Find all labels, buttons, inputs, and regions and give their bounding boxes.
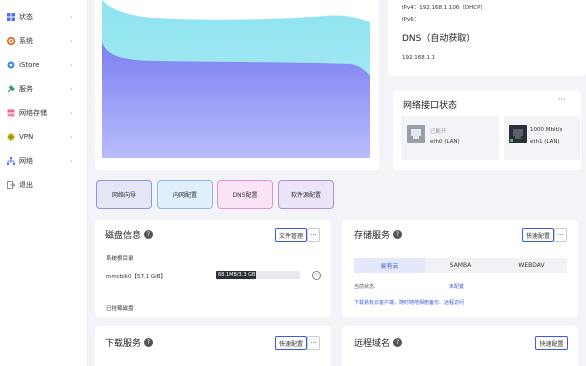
download-client-link[interactable]: 下载易有云客户端，随时随地相册备份、远程访问 [354, 299, 464, 306]
ethernet-port-icon [407, 125, 425, 143]
vpn-icon [7, 133, 15, 141]
download-service-title: 下载服务 [105, 339, 142, 349]
dns-title: DNS（自动获取） [402, 34, 476, 44]
more-button[interactable]: ··· [307, 336, 320, 350]
tab-webdav[interactable]: WEBDAV [496, 258, 567, 273]
network-info-card: IPv4：192.168.1.106（DHCP） IPv6： DNS（自动获取）… [388, 0, 586, 76]
lan-config-button[interactable]: 内网配置 [157, 180, 213, 209]
sidebar-item-vpn[interactable]: VPN › [0, 128, 88, 146]
ethernet-port-icon [509, 125, 527, 143]
gear-icon [7, 37, 15, 45]
disk-info-title: 磁盘信息 [105, 231, 142, 241]
sidebar-item-system[interactable]: 系统 › [0, 32, 88, 50]
interface-status-text: 1000 Mbit/s [530, 127, 563, 133]
status-icon [7, 13, 15, 21]
system-root-label: 系统根目录 [106, 256, 134, 262]
sidebar-item-network[interactable]: 网络 › [0, 152, 88, 170]
dns-value: 192.168.1.1 [402, 55, 436, 61]
chevron-right-icon: › [70, 85, 73, 93]
more-button[interactable]: ··· [307, 228, 320, 242]
disk-device-name: mmcblk0【57.1 GiB】 [106, 274, 167, 280]
network-icon [7, 157, 15, 165]
ipv4-text: IPv4：192.168.1.106（DHCP） [402, 5, 486, 11]
sidebar: 状态 › 系统 › iStore › 服务 › 网络存储 › VPN › 网络 … [0, 0, 88, 366]
sidebar-item-label: 网络存储 [19, 109, 47, 117]
sidebar-item-label: 网络 [19, 157, 33, 165]
ipv6-text: IPv6： [402, 17, 420, 23]
storage-service-card: 存储服务 ? 快速配置 ··· 易有云 SAMBA WEBDAV 当前状态: 未… [342, 220, 578, 317]
tab-samba[interactable]: SAMBA [425, 258, 496, 273]
disk-usage-text: 68.1MB/3.3 GB [218, 272, 256, 278]
help-icon[interactable]: ? [144, 338, 154, 347]
chevron-right-icon: › [70, 61, 73, 69]
sidebar-item-label: 服务 [19, 85, 33, 93]
download-service-card: 下载服务 ? 快速配置 ··· [95, 326, 331, 366]
sidebar-item-service[interactable]: 服务 › [0, 80, 88, 98]
help-icon[interactable]: ? [393, 338, 403, 347]
remote-domain-title: 远程域名 [354, 339, 391, 349]
sidebar-item-label: 系统 [19, 37, 33, 45]
interface-name: eth1 (LAN) [530, 139, 560, 145]
interface-eth0[interactable]: 已断开 eth0 (LAN) [401, 116, 499, 160]
chevron-right-icon: › [70, 37, 73, 45]
interface-status-text: 已断开 [430, 129, 447, 135]
sidebar-item-label: 退出 [19, 181, 33, 189]
status-label: 当前状态: [354, 284, 376, 290]
store-icon [7, 61, 15, 69]
chevron-right-icon: › [70, 13, 73, 21]
chevron-right-icon: › [70, 133, 73, 141]
interface-eth1[interactable]: 1000 Mbit/s eth1 (LAN) [504, 116, 580, 160]
help-icon[interactable]: ? [144, 230, 154, 239]
disk-usage-bar: 68.1MB/3.3 GB [216, 271, 300, 279]
storage-service-title: 存储服务 [354, 231, 391, 241]
quick-config-button[interactable]: 快速配置 [275, 336, 307, 350]
more-button[interactable]: ··· [554, 228, 567, 242]
software-source-button[interactable]: 软件源配置 [278, 180, 334, 209]
quick-config-button[interactable]: 快速配置 [522, 228, 554, 242]
mounted-disks-label: 已挂载磁盘 [106, 306, 134, 312]
sidebar-item-label: VPN [19, 133, 34, 141]
sidebar-item-istore[interactable]: iStore › [0, 56, 88, 74]
interface-status-card: 网络接口状态 ··· 已断开 eth0 (LAN) 1000 Mbit/s et… [393, 90, 581, 170]
sidebar-item-status[interactable]: 状态 › [0, 8, 88, 26]
file-manage-button[interactable]: 文件管理 [275, 228, 307, 242]
dns-config-button[interactable]: DNS配置 [217, 180, 273, 209]
interface-name: eth0 (LAN) [430, 139, 460, 145]
interface-status-title: 网络接口状态 [403, 101, 458, 111]
quick-config-button[interactable]: 快速配置 [535, 336, 568, 350]
storage-icon [7, 109, 15, 117]
traffic-area-chart [102, 0, 370, 158]
remote-domain-card: 远程域名 ? 快速配置 [342, 326, 578, 366]
sidebar-item-logout[interactable]: 退出 [0, 176, 88, 194]
traffic-chart-card [95, 0, 379, 170]
chevron-right-icon: › [70, 109, 73, 117]
sidebar-item-label: 状态 [19, 13, 33, 21]
sidebar-item-label: iStore [19, 61, 40, 69]
disk-info-card: 磁盘信息 ? 文件管理 ··· 系统根目录 mmcblk0【57.1 GiB】 … [95, 220, 331, 317]
service-icon [7, 85, 15, 93]
more-icon[interactable]: ··· [558, 95, 566, 104]
help-icon[interactable]: ? [393, 230, 403, 239]
sidebar-item-storage[interactable]: 网络存储 › [0, 104, 88, 122]
network-wizard-button[interactable]: 网络向导 [96, 180, 152, 209]
chevron-right-icon: › [70, 157, 73, 165]
logout-icon [7, 181, 15, 189]
tab-easy-cloud[interactable]: 易有云 [354, 258, 425, 273]
disk-more-icon[interactable]: ··· [312, 271, 321, 280]
status-value[interactable]: 未配置 [449, 283, 464, 290]
